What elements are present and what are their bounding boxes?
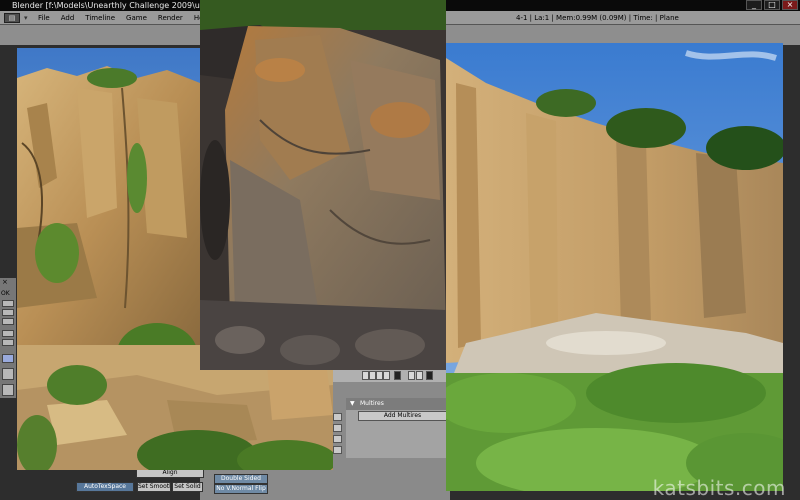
menu-game[interactable]: Game <box>126 11 147 25</box>
tool-button[interactable] <box>2 309 14 316</box>
close-button[interactable]: × <box>782 0 798 10</box>
header-toggle[interactable] <box>376 371 383 380</box>
header-toggle[interactable] <box>362 371 369 380</box>
set-solid-button[interactable]: Set Solid <box>172 482 203 492</box>
panel-side-button[interactable] <box>333 446 342 454</box>
menu-timeline[interactable]: Timeline <box>85 11 115 25</box>
scene-stats: 4-1 | La:1 | Mem:0.99M (0.09M) | Time: |… <box>516 14 679 22</box>
double-sided-button[interactable]: Double Sided <box>214 474 268 484</box>
panel-side-button[interactable] <box>333 435 342 443</box>
left-toolbar: × OK <box>0 278 16 398</box>
panel-collapse-icon[interactable]: ▼ <box>350 398 355 410</box>
menu-render[interactable]: Render <box>158 11 183 25</box>
watermark-text: katsbits.com <box>652 476 786 500</box>
header-toggle[interactable] <box>383 371 390 380</box>
panel-icon[interactable] <box>2 384 14 396</box>
menu-file[interactable]: File <box>38 11 50 25</box>
render-icon[interactable] <box>426 371 433 380</box>
no-vnormal-flip-button[interactable]: No V.Normal Flip <box>214 484 268 494</box>
maximize-button[interactable]: □ <box>764 0 780 10</box>
boulder-closeup-photo <box>200 0 446 370</box>
grid-icon[interactable] <box>2 368 14 380</box>
menu-collapse-icon[interactable]: ▾ <box>24 11 28 25</box>
tool-button[interactable] <box>2 339 14 346</box>
quarry-wall-photo <box>446 43 783 491</box>
tool-button[interactable] <box>2 318 14 325</box>
menu-add[interactable]: Add <box>61 11 75 25</box>
toolbar-ok-label[interactable]: OK <box>1 290 10 297</box>
multires-panel-header[interactable]: Multires <box>346 398 448 410</box>
minimize-button[interactable]: _ <box>746 0 762 10</box>
header-toggle[interactable] <box>408 371 415 380</box>
header-toggle[interactable] <box>369 371 376 380</box>
lock-icon[interactable] <box>394 371 401 380</box>
tool-button[interactable] <box>2 330 14 337</box>
header-toggle[interactable] <box>416 371 423 380</box>
toolbar-close-icon[interactable]: × <box>2 278 8 286</box>
set-smooth-button[interactable]: Set Smooth <box>137 482 171 492</box>
tool-button[interactable] <box>2 300 14 307</box>
rock-cliff-photo <box>17 48 200 348</box>
window-controls: _ □ × <box>746 0 798 11</box>
panel-side-button[interactable] <box>333 424 342 432</box>
add-multires-button[interactable]: Add Multires <box>358 411 447 421</box>
panel-side-button[interactable] <box>333 413 342 421</box>
autotexspace-button[interactable]: AutoTexSpace <box>76 482 134 492</box>
main-menu: File Add Timeline Game Render Help <box>38 11 210 25</box>
screen-type-icon[interactable]: ▤ <box>4 13 20 23</box>
tool-button[interactable] <box>2 354 14 363</box>
